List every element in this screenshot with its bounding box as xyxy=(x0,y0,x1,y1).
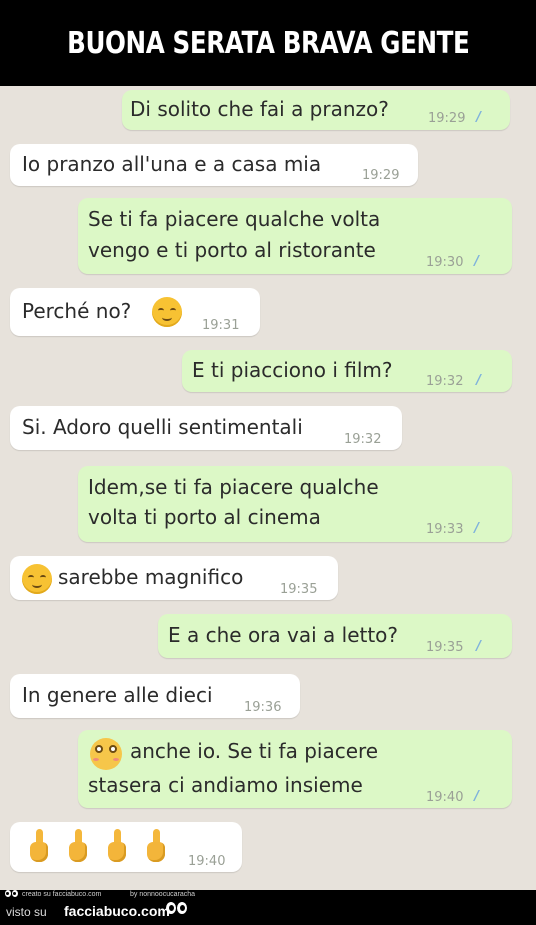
message-text-line: anche io. Se ti fa piacere xyxy=(130,739,379,763)
middle-finger-emoji-icon xyxy=(145,829,167,863)
message-time: 19:32 xyxy=(426,374,464,389)
message-bubble-outgoing[interactable]: Idem,se ti fa piacere qualche volta ti p… xyxy=(78,466,512,542)
message-text-line: Idem,se ti fa piacere qualche xyxy=(88,475,379,499)
watermark-footer: creato su facciabuco.com by nonnoocucara… xyxy=(0,890,536,925)
message-time: 19:35 xyxy=(280,582,318,597)
visto-su-text: visto su xyxy=(6,905,47,919)
flushed-face-emoji-icon xyxy=(90,738,122,770)
read-ticks-icon: // xyxy=(476,110,480,125)
message-bubble-incoming[interactable]: sarebbe magnifico 19:35 xyxy=(10,556,338,600)
message-time: 19:32 xyxy=(344,432,382,447)
message-text: E a che ora vai a letto? xyxy=(168,623,399,647)
meme-banner: BUONA SERATA BRAVA GENTE xyxy=(0,0,536,86)
meme-page: BUONA SERATA BRAVA GENTE Di solito che f… xyxy=(0,0,536,925)
read-ticks-icon: // xyxy=(476,373,480,388)
message-time: 19:33 xyxy=(426,522,464,537)
message-time: 19:36 xyxy=(244,700,282,715)
message-text: Si. Adoro quelli sentimentali xyxy=(22,415,303,439)
author-credit: by nonnoocucaracha xyxy=(130,891,195,898)
middle-finger-emoji-icon xyxy=(106,829,128,863)
emoji-cheek xyxy=(93,758,99,761)
smiling-blush-emoji-icon xyxy=(152,297,182,327)
message-text-line: Se ti fa piacere qualche volta xyxy=(88,207,381,231)
message-text-line: volta ti porto al cinema xyxy=(88,505,321,529)
message-text-line: stasera ci andiamo insieme xyxy=(88,773,363,797)
message-text: Perché no? xyxy=(22,299,132,323)
message-text: E ti piacciono i film? xyxy=(192,358,393,382)
message-text: In genere alle dieci xyxy=(22,683,213,707)
read-ticks-icon: // xyxy=(474,521,478,536)
message-bubble-incoming[interactable]: 19:40 xyxy=(10,822,242,872)
message-bubble-outgoing[interactable]: E a che ora vai a letto? 19:35 // xyxy=(158,614,512,658)
message-time: 19:29 xyxy=(362,168,400,183)
message-time: 19:40 xyxy=(426,790,464,805)
emoji-cheek xyxy=(113,758,119,761)
message-bubble-outgoing[interactable]: E ti piacciono i film? 19:32 // xyxy=(182,350,512,392)
read-ticks-icon: // xyxy=(474,254,478,269)
message-text: Io pranzo all'una e a casa mia xyxy=(22,152,322,176)
facciabuco-eyes-icon xyxy=(166,902,188,916)
message-text-line: vengo e ti porto al ristorante xyxy=(88,238,376,262)
message-time: 19:30 xyxy=(426,255,464,270)
message-bubble-outgoing[interactable]: anche io. Se ti fa piacere stasera ci an… xyxy=(78,730,512,808)
banner-title: BUONA SERATA BRAVA GENTE xyxy=(66,25,470,61)
message-bubble-incoming[interactable]: Io pranzo all'una e a casa mia 19:29 xyxy=(10,144,418,186)
chat-conversation[interactable]: Di solito che fai a pranzo? 19:29 // Io … xyxy=(0,86,536,890)
message-text: sarebbe magnifico xyxy=(58,565,244,589)
emoji-mouth xyxy=(162,314,172,321)
middle-finger-emoji-icon xyxy=(28,829,50,863)
message-bubble-incoming[interactable]: Perché no? 19:31 xyxy=(10,288,260,336)
message-time: 19:40 xyxy=(188,854,226,869)
message-bubble-incoming[interactable]: Si. Adoro quelli sentimentali 19:32 xyxy=(10,406,402,450)
created-on-text: creato su facciabuco.com xyxy=(22,891,102,898)
emoji-mouth xyxy=(32,581,42,588)
facciabuco-link[interactable]: facciabuco.com xyxy=(64,903,170,919)
message-time: 19:35 xyxy=(426,640,464,655)
message-text: Di solito che fai a pranzo? xyxy=(130,97,389,121)
message-bubble-outgoing[interactable]: Di solito che fai a pranzo? 19:29 // xyxy=(122,90,510,130)
read-ticks-icon: // xyxy=(474,789,478,804)
smiling-blush-emoji-icon xyxy=(22,564,52,594)
emoji-row xyxy=(28,829,184,863)
message-bubble-outgoing[interactable]: Se ti fa piacere qualche volta vengo e t… xyxy=(78,198,512,274)
message-time: 19:31 xyxy=(202,318,240,333)
facciabuco-eyes-icon xyxy=(5,890,19,898)
middle-finger-emoji-icon xyxy=(67,829,89,863)
message-bubble-incoming[interactable]: In genere alle dieci 19:36 xyxy=(10,674,300,718)
message-time: 19:29 xyxy=(428,111,466,126)
read-ticks-icon: // xyxy=(476,639,480,654)
